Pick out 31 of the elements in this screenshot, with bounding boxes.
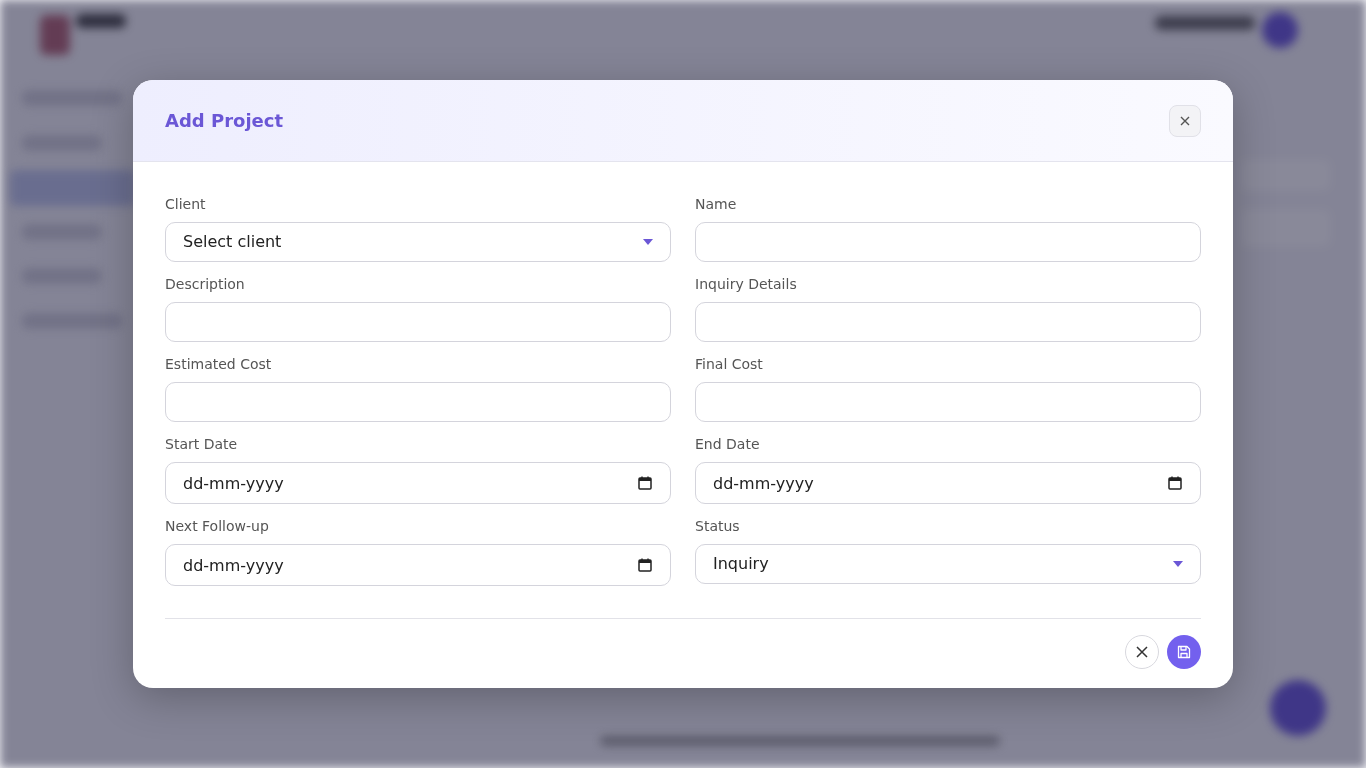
field-label: Final Cost [695,355,764,374]
field-label: Inquiry Details [695,275,798,294]
input-field[interactable] [165,302,671,342]
input-field[interactable] [695,222,1201,262]
field-label: Description [165,275,246,294]
input-field[interactable] [695,302,1201,342]
calendar-icon [638,558,652,572]
close-icon [1136,646,1148,658]
date-field[interactable]: dd-mm-yyyy [165,462,671,504]
calendar-icon [1168,476,1182,490]
select-field[interactable]: Select client [165,222,671,262]
select-field[interactable]: Inquiry [695,544,1201,584]
field-label: Estimated Cost [165,355,273,374]
field-label: Start Date [165,435,239,454]
save-button[interactable] [1167,635,1201,669]
input-field[interactable] [165,382,671,422]
cancel-button[interactable] [1125,635,1159,669]
caret-down-icon [1173,561,1183,567]
field-label: Status [695,517,741,536]
close-button[interactable] [1169,104,1201,137]
field-label: Name [695,195,738,214]
dialog-title: Add Project [165,109,284,133]
field-label: Client [165,195,207,214]
input-field[interactable] [695,382,1201,422]
field-label: Next Follow-up [165,517,270,536]
close-icon [1180,115,1190,126]
field-label: End Date [695,435,761,454]
date-field[interactable]: dd-mm-yyyy [695,462,1201,504]
date-field[interactable]: dd-mm-yyyy [165,544,671,586]
calendar-icon [638,476,652,490]
caret-down-icon [643,239,653,245]
